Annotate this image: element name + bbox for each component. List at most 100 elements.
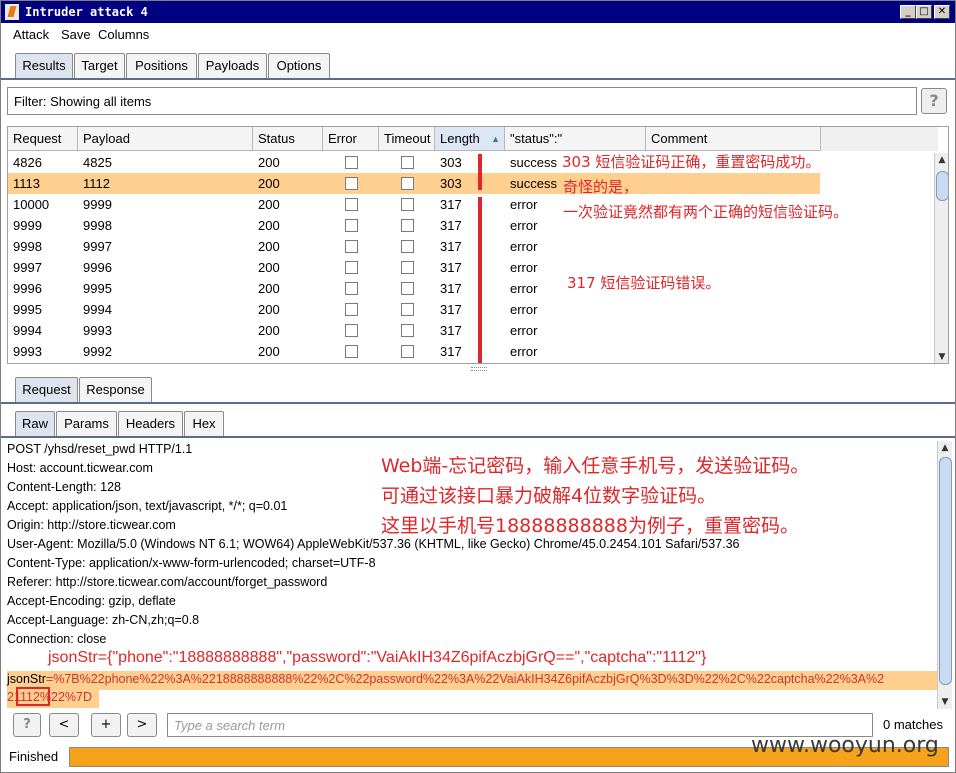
cell-length: 317: [440, 344, 462, 359]
col-error[interactable]: Error: [323, 127, 379, 151]
timeout-checkbox: [401, 261, 414, 274]
request-body-line-1: jsonStr=%7B%22phone%22%3A%2218888888888%…: [7, 672, 884, 686]
table-row[interactable]: 9993 9992 200 317 error: [8, 341, 820, 362]
cell-payload: 9996: [83, 260, 112, 275]
annotation-web-2: 可通过该接口暴力破解4位数字验证码。: [381, 485, 717, 507]
captcha-highlight-box: [16, 687, 50, 706]
sort-ascending-icon: ▲: [491, 134, 500, 144]
cell-request: 9993: [13, 344, 42, 359]
error-checkbox: [345, 177, 358, 190]
req-scroll-down-icon[interactable]: ▼: [938, 695, 952, 709]
tab-request[interactable]: Request: [15, 377, 78, 403]
request-header-line: POST /yhsd/reset_pwd HTTP/1.1: [7, 442, 193, 456]
cell-status-match: success: [510, 176, 557, 191]
request-scrollbar[interactable]: ▲ ▼: [937, 441, 952, 709]
table-row[interactable]: 9998 9997 200 317 error: [8, 236, 820, 257]
cell-status: 200: [258, 260, 280, 275]
minimize-button[interactable]: _: [900, 5, 916, 19]
tab-hex[interactable]: Hex: [184, 411, 224, 437]
filter-bar[interactable]: Filter: Showing all items: [7, 87, 917, 115]
req-tab-divider: [1, 402, 955, 404]
annotation-web-3: 这里以手机号18888888888为例子，重置密码。: [381, 515, 799, 537]
annotation-317: 317 短信验证码错误。: [567, 274, 721, 292]
title-bar: Intruder attack 4 _ □ ✕: [1, 1, 955, 23]
red-mark-303: [478, 154, 482, 190]
scroll-up-icon[interactable]: ▲: [935, 153, 948, 167]
intruder-window: Intruder attack 4 _ □ ✕ Attack Save Colu…: [0, 0, 956, 773]
table-row[interactable]: 1113 1112 200 303 success: [8, 173, 820, 194]
cell-payload: 9995: [83, 281, 112, 296]
cell-status-match: error: [510, 260, 538, 275]
error-checkbox: [345, 198, 358, 211]
search-placeholder: Type a search term: [174, 718, 286, 733]
error-checkbox: [345, 261, 358, 274]
req-scroll-up-icon[interactable]: ▲: [938, 441, 952, 455]
add-button[interactable]: +: [91, 713, 121, 737]
cell-status: 200: [258, 239, 280, 254]
match-count: 0 matches: [883, 717, 943, 732]
next-button[interactable]: >: [127, 713, 157, 737]
menu-columns[interactable]: Columns: [98, 27, 149, 42]
scroll-thumb[interactable]: [936, 171, 948, 201]
timeout-checkbox: [401, 282, 414, 295]
prev-button[interactable]: <: [49, 713, 79, 737]
col-status[interactable]: Status: [253, 127, 323, 151]
tab-raw[interactable]: Raw: [15, 411, 55, 437]
split-handle[interactable]: [471, 367, 487, 371]
cell-payload: 9994: [83, 302, 112, 317]
cell-status: 200: [258, 323, 280, 338]
cell-payload: 1112: [83, 176, 110, 191]
col-request[interactable]: Request: [8, 127, 78, 151]
request-header-line: Content-Length: 128: [7, 480, 121, 494]
annotation-weird-1: 奇怪的是，: [563, 178, 639, 196]
cell-request: 9996: [13, 281, 42, 296]
tab-payloads[interactable]: Payloads: [198, 53, 267, 79]
timeout-checkbox: [401, 345, 414, 358]
error-checkbox: [345, 156, 358, 169]
req-scroll-thumb[interactable]: [939, 457, 952, 685]
error-checkbox: [345, 282, 358, 295]
cell-length: 317: [440, 239, 462, 254]
cell-request: 4826: [13, 155, 42, 170]
annotation-weird-2: 一次验证竟然都有两个正确的短信验证码。: [563, 203, 849, 221]
cell-status-match: error: [510, 323, 538, 338]
error-checkbox: [345, 219, 358, 232]
col-timeout[interactable]: Timeout: [379, 127, 435, 151]
cell-length: 303: [440, 176, 462, 191]
request-header-line: Referer: http://store.ticwear.com/accoun…: [7, 575, 328, 589]
menu-save[interactable]: Save: [61, 27, 91, 42]
timeout-checkbox: [401, 156, 414, 169]
help-icon[interactable]: ?: [921, 88, 947, 114]
cell-status: 200: [258, 176, 280, 191]
tab-headers[interactable]: Headers: [118, 411, 183, 437]
cell-length: 317: [440, 281, 462, 296]
tab-results[interactable]: Results: [15, 53, 73, 79]
cell-request: 10000: [13, 197, 50, 212]
tab-positions[interactable]: Positions: [126, 53, 197, 79]
request-header-line: Origin: http://store.ticwear.com: [7, 518, 176, 532]
scroll-down-icon[interactable]: ▼: [935, 350, 948, 363]
col-status-match[interactable]: "status":": [505, 127, 646, 151]
col-payload[interactable]: Payload: [78, 127, 253, 151]
burp-app-icon: [5, 4, 19, 20]
cell-length: 317: [440, 218, 462, 233]
table-scrollbar[interactable]: ▲ ▼: [934, 153, 948, 363]
cell-status-match: error: [510, 302, 538, 317]
menu-attack[interactable]: Attack: [13, 27, 49, 42]
search-help-icon[interactable]: ?: [13, 713, 41, 737]
request-header-line: User-Agent: Mozilla/5.0 (Windows NT 6.1;…: [7, 537, 740, 551]
status-text: Finished: [9, 749, 59, 764]
table-row[interactable]: 9995 9994 200 317 error: [8, 299, 820, 320]
close-button[interactable]: ✕: [934, 5, 950, 19]
col-comment[interactable]: Comment: [646, 127, 821, 151]
col-length[interactable]: Length ▲: [435, 127, 505, 151]
tab-response[interactable]: Response: [79, 377, 152, 403]
tab-options[interactable]: Options: [268, 53, 330, 79]
tab-params[interactable]: Params: [56, 411, 117, 437]
cell-status-match: error: [510, 218, 538, 233]
tab-target[interactable]: Target: [74, 53, 125, 79]
table-row[interactable]: 9994 9993 200 317 error: [8, 320, 820, 341]
error-checkbox: [345, 345, 358, 358]
maximize-button[interactable]: □: [916, 5, 932, 19]
request-header-line: Accept-Language: zh-CN,zh;q=0.8: [7, 613, 200, 627]
